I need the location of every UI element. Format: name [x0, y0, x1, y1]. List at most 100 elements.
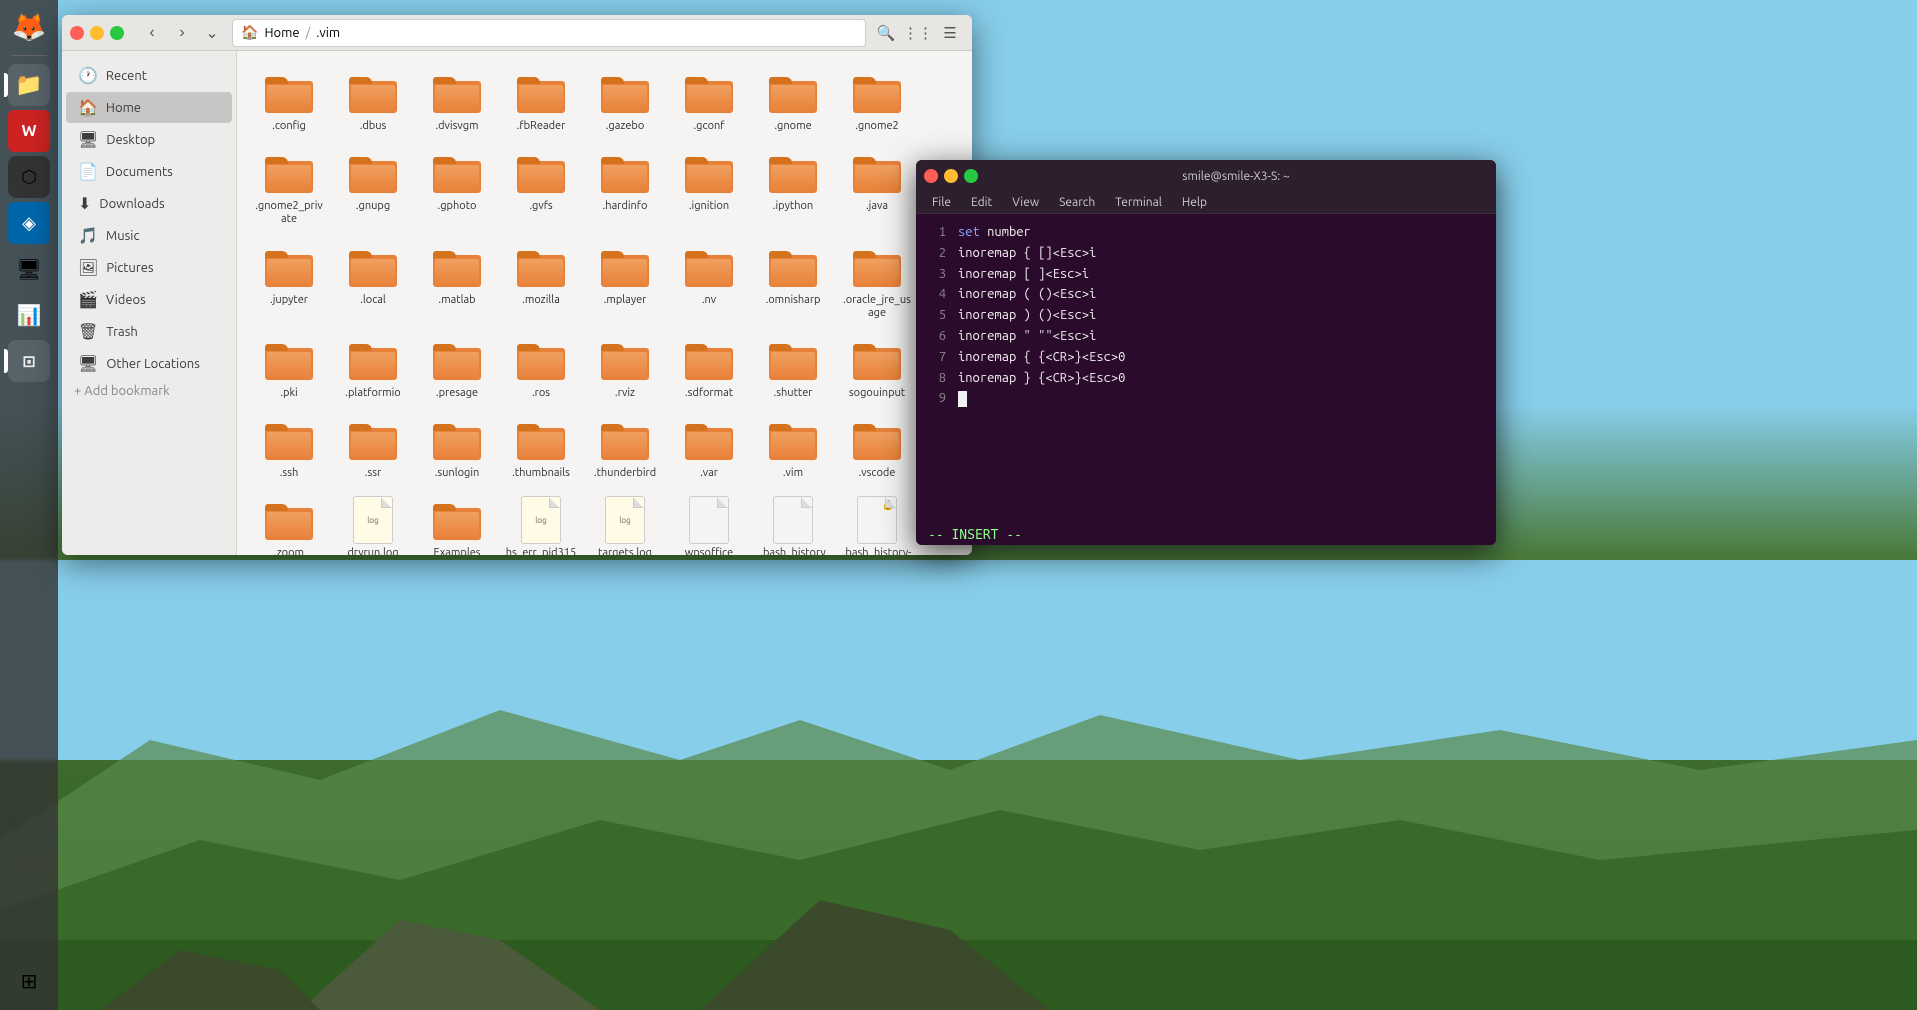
sidebar-item-pictures[interactable]: 🖼 Pictures [66, 252, 232, 283]
folder-vscode[interactable]: .vscode [837, 410, 917, 486]
term-line-num-3: 3 [928, 264, 946, 285]
nav-forward-button[interactable]: › [168, 19, 196, 47]
folder-ignition[interactable]: .ignition [669, 143, 749, 232]
folder-sdformat[interactable]: .sdformat [669, 330, 749, 406]
sidebar-item-home[interactable]: 🏠 Home [66, 92, 232, 123]
folder-gazebo-label: .gazebo [606, 120, 645, 133]
add-bookmark[interactable]: + Add bookmark [62, 380, 236, 402]
terminal-menu-help[interactable]: Help [1178, 194, 1211, 211]
files-taskbar-icon[interactable]: 📁 [8, 64, 50, 106]
folder-sunlogin[interactable]: .sunlogin [417, 410, 497, 486]
term-line-num-7: 7 [928, 347, 946, 368]
folder-dbus-icon [349, 69, 397, 117]
folder-jupyter[interactable]: .jupyter [249, 237, 329, 326]
terminal-menu-terminal[interactable]: Terminal [1111, 194, 1166, 211]
folder-matlab[interactable]: .matlab [417, 237, 497, 326]
unity-taskbar-icon[interactable]: ⬡ [8, 156, 50, 198]
terminal-close-button[interactable]: × [924, 169, 938, 183]
folder-var-label: .var [700, 467, 718, 480]
folder-gnome2-private[interactable]: .gnome2_private [249, 143, 329, 232]
file-wpsoffice[interactable]: wpsoffice [669, 490, 749, 555]
folder-dbus[interactable]: .dbus [333, 63, 413, 139]
view-options-button[interactable]: ⋮⋮ [904, 19, 932, 47]
taskbar-divider-1 [11, 55, 47, 56]
folder-oracle[interactable]: .oracle_jre_usage [837, 237, 917, 326]
terminal2-taskbar-icon[interactable]: ⊡ [8, 340, 50, 382]
folder-gnome2[interactable]: .gnome2 [837, 63, 917, 139]
menu-button[interactable]: ☰ [936, 19, 964, 47]
folder-mozilla[interactable]: .mozilla [501, 237, 581, 326]
folder-nv[interactable]: .nv [669, 237, 749, 326]
folder-gvfs[interactable]: .gvfs [501, 143, 581, 232]
close-button[interactable]: × [70, 26, 84, 40]
file-hs-err-log[interactable]: log hs_err_pid3158.log [501, 490, 581, 555]
folder-gnupg[interactable]: .gnupg [333, 143, 413, 232]
folder-java[interactable]: .java [837, 143, 917, 232]
terminal-body[interactable]: 1 set number 2 inoremap { []<Esc>i 3 ino… [916, 214, 1496, 526]
vscode-taskbar-icon[interactable]: ◈ [8, 202, 50, 244]
folder-var[interactable]: .var [669, 410, 749, 486]
folder-pki[interactable]: .pki [249, 330, 329, 406]
search-button[interactable]: 🔍 [872, 19, 900, 47]
folder-dvisvgm-label: .dvisvgm [435, 120, 478, 133]
sidebar-item-recent[interactable]: 🕐 Recent [66, 60, 232, 91]
folder-gphoto[interactable]: .gphoto [417, 143, 497, 232]
folder-zoom[interactable]: .zoom [249, 490, 329, 555]
folder-hardinfo[interactable]: .hardinfo [585, 143, 665, 232]
folder-rviz[interactable]: .rviz [585, 330, 665, 406]
file-bash-history-tmp[interactable]: 🔒 .bash_history-27622.tmp [837, 490, 917, 555]
folder-sogouinput[interactable]: sogouinput [837, 330, 917, 406]
folder-omnisharp[interactable]: .omnisharp [753, 237, 833, 326]
terminal-menu-edit[interactable]: Edit [967, 194, 996, 211]
folder-local[interactable]: .local [333, 237, 413, 326]
folder-gnome[interactable]: .gnome [753, 63, 833, 139]
folder-shutter[interactable]: .shutter [753, 330, 833, 406]
sidebar-item-desktop[interactable]: 🖥 Desktop [66, 124, 232, 155]
sidebar-item-music[interactable]: 🎵 Music [66, 220, 232, 251]
folder-presage[interactable]: .presage [417, 330, 497, 406]
firefox-taskbar-icon[interactable]: 🦊 [8, 5, 50, 47]
terminal-minimize-button[interactable]: − [944, 169, 958, 183]
term-line-content-3: inoremap [ ]<Esc>i [958, 264, 1089, 285]
address-bar[interactable]: 🏠 Home / .vim [232, 19, 866, 47]
sidebar-item-downloads[interactable]: ⬇ Downloads [66, 188, 232, 219]
terminal-menu-search[interactable]: Search [1055, 194, 1099, 211]
folder-vim[interactable]: .vim [753, 410, 833, 486]
terminal-menu-view[interactable]: View [1008, 194, 1043, 211]
sidebar-item-videos[interactable]: 🎬 Videos [66, 284, 232, 315]
folder-examples[interactable]: Examples [417, 490, 497, 555]
folder-thunderbird[interactable]: .thunderbird [585, 410, 665, 486]
terminal-taskbar-icon[interactable]: 🖥 [8, 248, 50, 290]
folder-ros[interactable]: .ros [501, 330, 581, 406]
folder-fbReader[interactable]: .fbReader [501, 63, 581, 139]
sidebar-item-trash[interactable]: 🗑 Trash [66, 316, 232, 347]
sidebar-item-other-locations[interactable]: 🖥 Other Locations [66, 348, 232, 379]
sidebar-music-label: Music [106, 229, 140, 243]
folder-ssh[interactable]: .ssh [249, 410, 329, 486]
folder-dvisvgm[interactable]: .dvisvgm [417, 63, 497, 139]
sidebar-item-documents[interactable]: 📄 Documents [66, 156, 232, 187]
folder-gconf[interactable]: .gconf [669, 63, 749, 139]
app-grid-icon[interactable]: ⊞ [8, 960, 50, 1002]
terminal-menu-file[interactable]: File [928, 194, 955, 211]
file-targets-log[interactable]: log targets.log [585, 490, 665, 555]
terminal-maximize-button[interactable]: + [964, 169, 978, 183]
folder-config[interactable]: .config [249, 63, 329, 139]
folder-platformio[interactable]: .platformio [333, 330, 413, 406]
folder-java-icon [853, 149, 901, 197]
file-hs-err-label: hs_err_pid3158.log [505, 547, 577, 555]
folder-ipython[interactable]: .ipython [753, 143, 833, 232]
file-bash-history[interactable]: .bash_history [753, 490, 833, 555]
nav-back-button[interactable]: ‹ [138, 19, 166, 47]
folder-gazebo[interactable]: .gazebo [585, 63, 665, 139]
wps-taskbar-icon[interactable]: W [8, 110, 50, 152]
folder-ssr[interactable]: .ssr [333, 410, 413, 486]
file-dryrun-log[interactable]: log dryrun.log [333, 490, 413, 555]
folder-thumbnails[interactable]: .thumbnails [501, 410, 581, 486]
minimize-button[interactable]: − [90, 26, 104, 40]
maximize-button[interactable]: + [110, 26, 124, 40]
folder-java-label: .java [866, 200, 888, 213]
folder-mplayer[interactable]: .mplayer [585, 237, 665, 326]
activity-taskbar-icon[interactable]: 📊 [8, 294, 50, 336]
nav-down-button[interactable]: ⌄ [198, 19, 226, 47]
